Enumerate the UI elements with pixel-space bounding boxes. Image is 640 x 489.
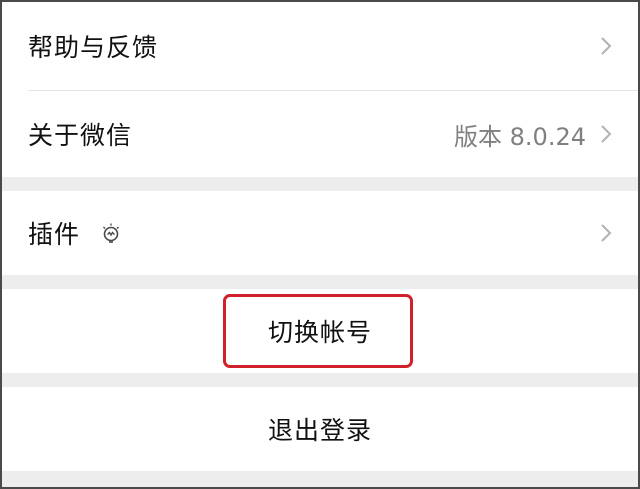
about-wechat-row[interactable]: 关于微信 版本 8.0.24: [2, 91, 638, 177]
switch-account-button[interactable]: 切换帐号: [2, 289, 638, 373]
info-group: 帮助与反馈 关于微信 版本 8.0.24: [2, 2, 638, 177]
section-gap: [2, 177, 638, 191]
plugin-bulb-icon: [103, 223, 120, 243]
logout-label: 退出登录: [267, 416, 372, 445]
plugins-row[interactable]: 插件: [2, 191, 638, 275]
logout-button[interactable]: 退出登录: [2, 387, 638, 471]
about-wechat-right: 版本 8.0.24: [454, 117, 612, 152]
plugin-group: 插件: [2, 191, 638, 275]
chevron-right-icon: [601, 125, 612, 143]
help-feedback-label: 帮助与反馈: [28, 33, 159, 62]
section-gap: [2, 373, 638, 387]
about-wechat-label: 关于微信: [28, 121, 133, 150]
help-feedback-right: [600, 36, 612, 56]
settings-screen: 帮助与反馈 关于微信 版本 8.0.24 插件 切换帐号 退出登录: [0, 0, 640, 489]
chevron-right-icon: [601, 224, 612, 242]
section-gap: [2, 275, 638, 289]
switch-account-label: 切换帐号: [267, 318, 372, 347]
plugins-label: 插件: [28, 220, 81, 249]
help-feedback-row[interactable]: 帮助与反馈: [2, 2, 638, 90]
plugins-right: [600, 223, 612, 243]
chevron-right-icon: [601, 37, 612, 55]
version-value: 版本 8.0.24: [454, 122, 586, 151]
